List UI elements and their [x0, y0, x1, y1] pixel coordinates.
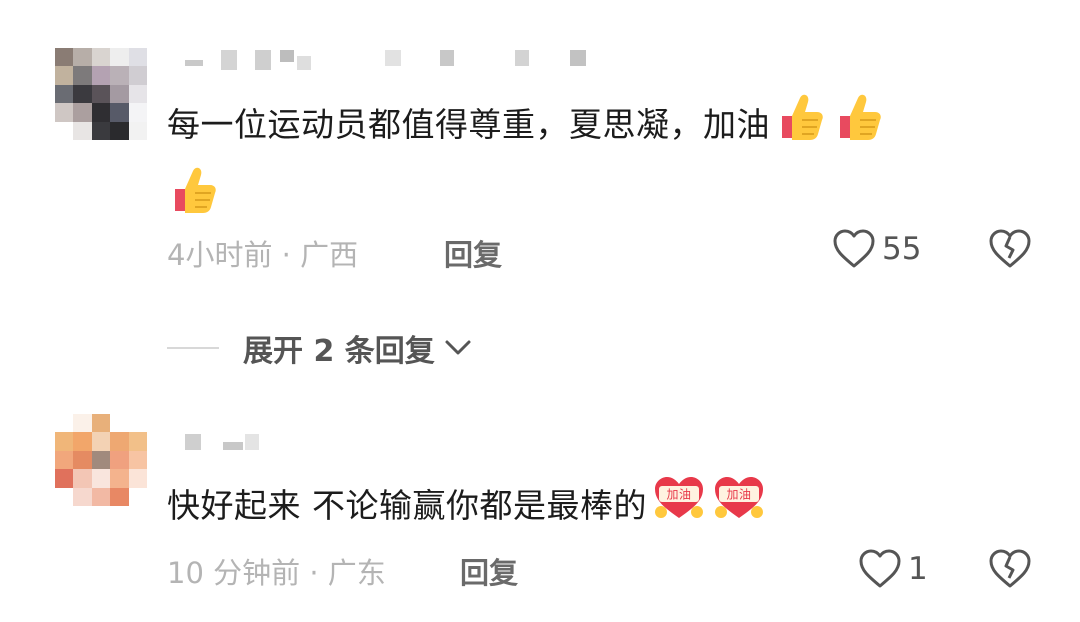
- fighting-heart-emoji: 加油: [651, 474, 707, 541]
- thumbs-up-icon: [167, 163, 221, 236]
- timestamp: 10 分钟前: [167, 556, 301, 590]
- chevron-down-icon: [445, 340, 471, 355]
- heart-icon: [833, 229, 875, 268]
- like-count: 55: [882, 231, 922, 267]
- timestamp: 4小时前: [167, 238, 273, 272]
- expand-replies-label: 展开 2 条回复: [243, 334, 435, 369]
- meta-separator: ·: [309, 556, 319, 590]
- like-button[interactable]: 1: [858, 548, 928, 590]
- fighting-heart-emoji: 加油: [711, 474, 767, 541]
- username-blurred[interactable]: [185, 50, 605, 70]
- dislike-button[interactable]: [988, 228, 1032, 274]
- location: 广东: [327, 556, 386, 590]
- avatar[interactable]: [55, 414, 147, 506]
- location: 广西: [300, 238, 359, 272]
- comment-text-content: 每一位运动员都值得尊重，夏思凝，加油: [167, 105, 770, 144]
- comment-text: 每一位运动员都值得尊重，夏思凝，加油: [167, 90, 1047, 236]
- reply-button[interactable]: 回复: [460, 550, 518, 592]
- comment-meta: 10 分钟前 · 广东: [167, 550, 386, 592]
- like-button[interactable]: 55: [832, 228, 921, 270]
- expand-replies-button[interactable]: 展开 2 条回复: [167, 326, 473, 370]
- meta-separator: ·: [281, 238, 291, 272]
- comment-meta: 4小时前 · 广西: [167, 232, 358, 274]
- comment-text: 快好起来 不论输赢你都是最棒的 加油 加油: [167, 474, 1047, 541]
- broken-heart-icon: [989, 549, 1031, 588]
- cheer-label: 加油: [726, 488, 751, 502]
- username-blurred[interactable]: [185, 434, 265, 450]
- thumbs-up-icon: [774, 90, 828, 163]
- cheer-label: 加油: [666, 488, 691, 502]
- divider-line: [167, 347, 219, 349]
- thumbs-up-icon: [832, 90, 886, 163]
- comment-text-content: 快好起来 不论输赢你都是最棒的: [167, 486, 647, 525]
- like-count: 1: [908, 551, 928, 587]
- heart-icon: [859, 549, 901, 588]
- dislike-button[interactable]: [988, 548, 1032, 594]
- avatar[interactable]: [55, 48, 147, 140]
- reply-button[interactable]: 回复: [444, 232, 502, 274]
- broken-heart-icon: [989, 229, 1031, 268]
